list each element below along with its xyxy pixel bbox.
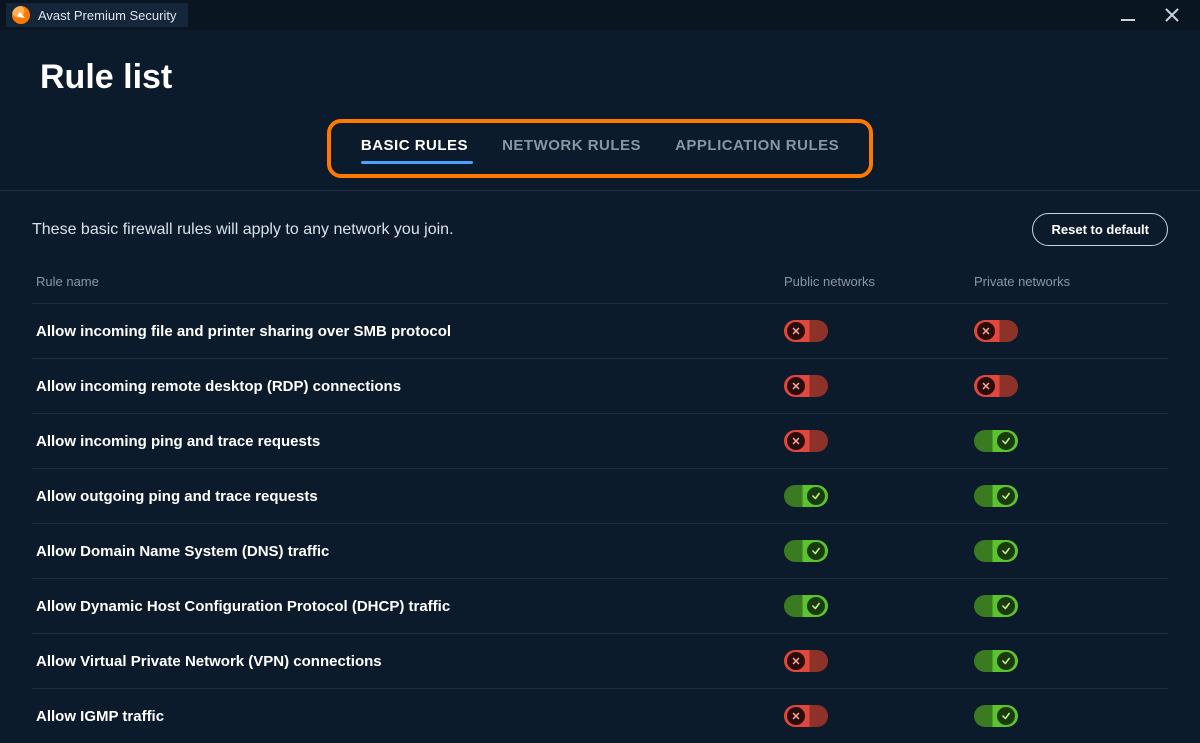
private-toggle-cell <box>974 320 1164 342</box>
check-icon <box>807 487 825 505</box>
table-row: Allow Domain Name System (DNS) traffic <box>32 523 1168 578</box>
table-row: Allow outgoing ping and trace requests <box>32 468 1168 523</box>
rule-name: Allow Domain Name System (DNS) traffic <box>36 543 784 560</box>
check-icon <box>997 432 1015 450</box>
public-toggle-cell <box>784 485 974 507</box>
window-controls <box>1120 7 1194 23</box>
subheader: These basic firewall rules will apply to… <box>0 191 1200 266</box>
x-icon <box>977 322 995 340</box>
check-icon <box>997 652 1015 670</box>
x-icon <box>787 322 805 340</box>
table-row: Allow incoming ping and trace requests <box>32 413 1168 468</box>
table-row: Allow Virtual Private Network (VPN) conn… <box>32 633 1168 688</box>
check-icon <box>997 542 1015 560</box>
check-icon <box>997 597 1015 615</box>
column-public-networks: Public networks <box>784 274 974 289</box>
toggle-off[interactable] <box>974 375 1018 397</box>
x-icon <box>787 652 805 670</box>
toggle-off[interactable] <box>784 430 828 452</box>
toggle-on[interactable] <box>974 650 1018 672</box>
table-row: Allow IGMP traffic <box>32 688 1168 743</box>
minimize-button[interactable] <box>1120 7 1136 23</box>
tab-network-rules[interactable]: NETWORK RULES <box>502 137 641 158</box>
private-toggle-cell <box>974 595 1164 617</box>
public-toggle-cell <box>784 375 974 397</box>
x-icon <box>787 377 805 395</box>
rule-name: Allow incoming ping and trace requests <box>36 433 784 450</box>
table-header: Rule name Public networks Private networ… <box>32 266 1168 303</box>
toggle-off[interactable] <box>974 320 1018 342</box>
private-toggle-cell <box>974 650 1164 672</box>
public-toggle-cell <box>784 595 974 617</box>
public-toggle-cell <box>784 430 974 452</box>
active-tab-underline <box>361 161 473 164</box>
column-private-networks: Private networks <box>974 274 1164 289</box>
column-rule-name: Rule name <box>36 274 784 289</box>
private-toggle-cell <box>974 705 1164 727</box>
rule-name: Allow Dynamic Host Configuration Protoco… <box>36 598 784 615</box>
rule-name: Allow incoming remote desktop (RDP) conn… <box>36 378 784 395</box>
rule-name: Allow Virtual Private Network (VPN) conn… <box>36 653 784 670</box>
rule-name: Allow incoming file and printer sharing … <box>36 323 784 340</box>
close-button[interactable] <box>1164 7 1180 23</box>
tab-application-rules[interactable]: APPLICATION RULES <box>675 137 839 158</box>
x-icon <box>787 707 805 725</box>
toggle-on[interactable] <box>784 485 828 507</box>
toggle-on[interactable] <box>974 705 1018 727</box>
check-icon <box>997 487 1015 505</box>
table-row: Allow incoming remote desktop (RDP) conn… <box>32 358 1168 413</box>
reset-to-default-button[interactable]: Reset to default <box>1032 213 1168 246</box>
toggle-off[interactable] <box>784 375 828 397</box>
titlebar-app: Avast Premium Security <box>6 3 188 27</box>
page-title: Rule list <box>0 30 1200 119</box>
public-toggle-cell <box>784 650 974 672</box>
rules-table: Rule name Public networks Private networ… <box>0 266 1200 743</box>
description-text: These basic firewall rules will apply to… <box>32 221 454 239</box>
private-toggle-cell <box>974 485 1164 507</box>
toggle-on[interactable] <box>784 540 828 562</box>
public-toggle-cell <box>784 540 974 562</box>
toggle-on[interactable] <box>974 595 1018 617</box>
toggle-on[interactable] <box>974 430 1018 452</box>
toggle-on[interactable] <box>974 485 1018 507</box>
toggle-on[interactable] <box>784 595 828 617</box>
rule-name: Allow IGMP traffic <box>36 708 784 725</box>
titlebar: Avast Premium Security <box>0 0 1200 30</box>
x-icon <box>977 377 995 395</box>
x-icon <box>787 432 805 450</box>
tabs-highlight-box: BASIC RULES NETWORK RULES APPLICATION RU… <box>327 119 873 178</box>
check-icon <box>807 542 825 560</box>
toggle-off[interactable] <box>784 705 828 727</box>
toggle-on[interactable] <box>974 540 1018 562</box>
rule-name: Allow outgoing ping and trace requests <box>36 488 784 505</box>
tabs-container: BASIC RULES NETWORK RULES APPLICATION RU… <box>0 119 1200 190</box>
public-toggle-cell <box>784 705 974 727</box>
private-toggle-cell <box>974 430 1164 452</box>
table-row: Allow Dynamic Host Configuration Protoco… <box>32 578 1168 633</box>
avast-logo-icon <box>12 6 30 24</box>
table-row: Allow incoming file and printer sharing … <box>32 303 1168 358</box>
toggle-off[interactable] <box>784 320 828 342</box>
tab-basic-rules[interactable]: BASIC RULES <box>361 137 468 158</box>
public-toggle-cell <box>784 320 974 342</box>
private-toggle-cell <box>974 375 1164 397</box>
private-toggle-cell <box>974 540 1164 562</box>
check-icon <box>807 597 825 615</box>
app-name: Avast Premium Security <box>38 8 176 23</box>
check-icon <box>997 707 1015 725</box>
toggle-off[interactable] <box>784 650 828 672</box>
